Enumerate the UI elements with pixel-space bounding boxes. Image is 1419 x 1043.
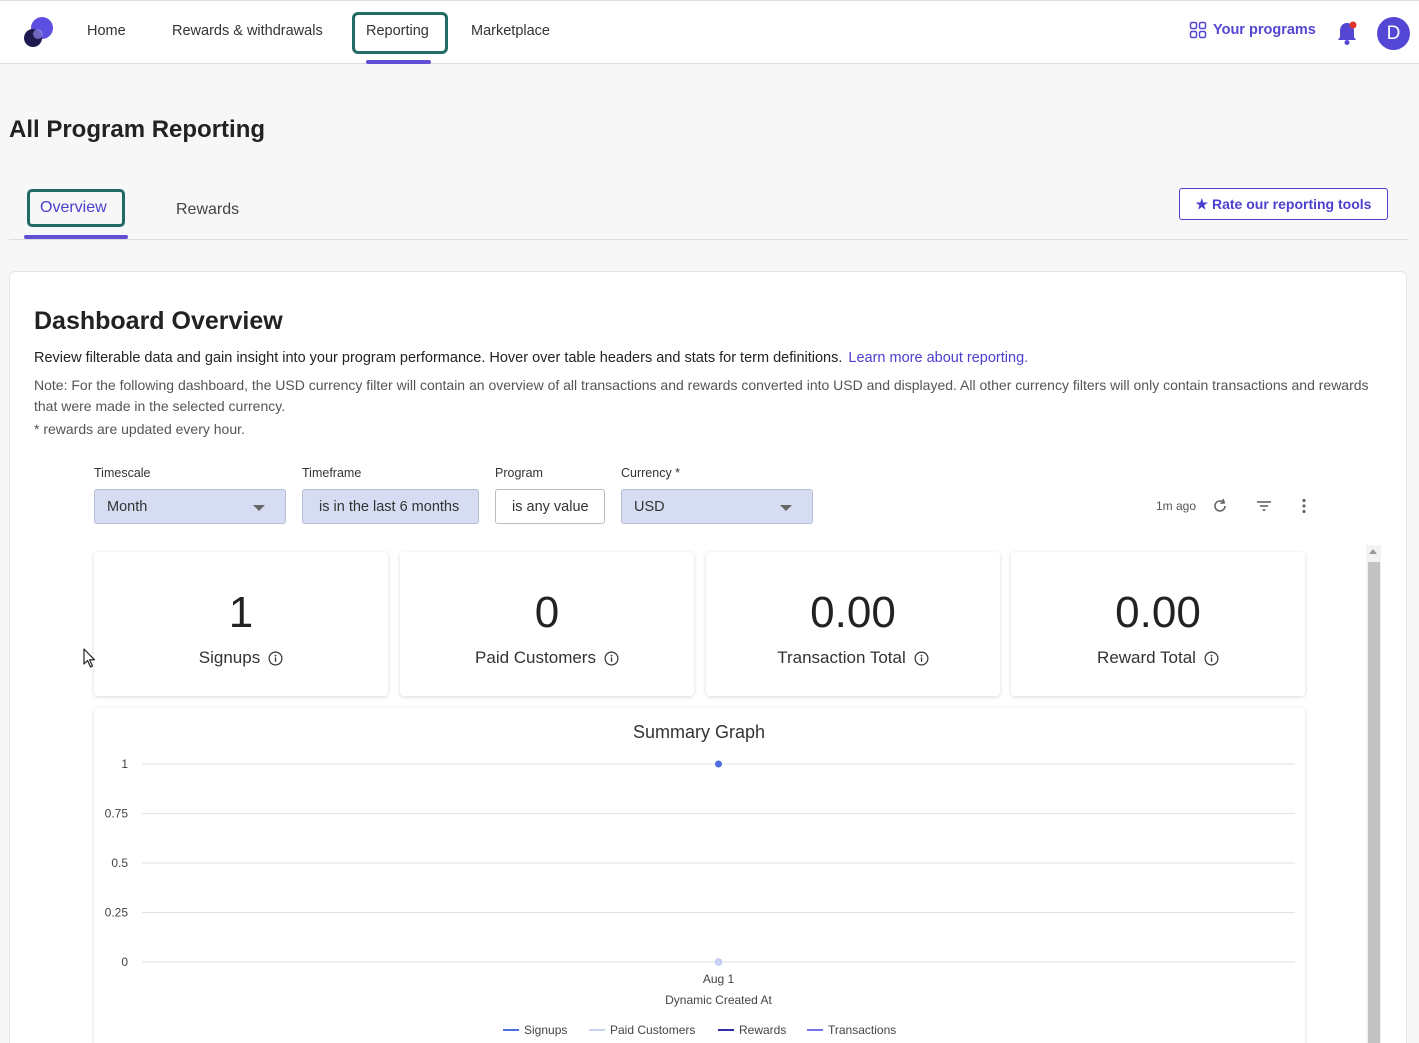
data-point-paid-customers bbox=[715, 958, 722, 966]
your-programs-label: Your programs bbox=[1213, 22, 1316, 38]
stat-label: Transaction Total bbox=[777, 648, 906, 667]
grid-icon bbox=[1189, 21, 1207, 39]
x-axis-label: Dynamic Created At bbox=[665, 993, 772, 1007]
timeframe-value: is in the last 6 months bbox=[319, 498, 460, 515]
dashboard-title: Dashboard Overview bbox=[34, 307, 283, 335]
rate-reporting-tools-button[interactable]: ★ Rate our reporting tools bbox=[1179, 188, 1388, 220]
data-point-signups bbox=[715, 760, 722, 768]
tab-rewards[interactable]: Rewards bbox=[176, 201, 239, 219]
summary-graph-card: Summary Graph 1 0.75 0.5 0.25 0 Aug 1 Dynamic C… bbox=[94, 708, 1305, 1043]
nav-reporting[interactable]: Reporting bbox=[366, 23, 429, 39]
program-label: Program bbox=[495, 466, 543, 480]
scroll-up-arrow[interactable] bbox=[1369, 549, 1377, 554]
app-logo[interactable] bbox=[23, 16, 53, 50]
stat-paid-customers: 0 Paid Customers bbox=[400, 552, 694, 696]
chevron-down-icon bbox=[253, 505, 265, 511]
stat-label-row: Signups bbox=[94, 648, 388, 668]
last-updated-text: 1m ago bbox=[1156, 499, 1197, 513]
y-tick-label: 0.75 bbox=[105, 807, 129, 821]
info-icon[interactable] bbox=[604, 651, 619, 666]
stat-label-row: Reward Total bbox=[1011, 648, 1305, 668]
nav-active-indicator bbox=[366, 60, 431, 64]
stat-transaction-total: 0.00 Transaction Total bbox=[706, 552, 1000, 696]
stat-value: 0.00 bbox=[810, 588, 896, 637]
stat-label: Signups bbox=[198, 648, 261, 667]
info-icon[interactable] bbox=[914, 651, 929, 666]
x-tick-label: Aug 1 bbox=[703, 972, 735, 986]
currency-select[interactable]: USD bbox=[621, 489, 813, 524]
learn-more-link[interactable]: Learn more about reporting. bbox=[848, 350, 1028, 366]
stat-value: 1 bbox=[228, 588, 254, 637]
nav-marketplace[interactable]: Marketplace bbox=[471, 23, 550, 39]
tabs-divider bbox=[9, 239, 1408, 240]
y-tick-label: 0.5 bbox=[111, 856, 128, 870]
info-icon[interactable] bbox=[1204, 651, 1219, 666]
filter-icon[interactable] bbox=[1255, 497, 1273, 515]
tab-overview[interactable]: Overview bbox=[40, 199, 107, 217]
mouse-cursor-icon bbox=[83, 648, 96, 668]
timeframe-filter[interactable]: is in the last 6 months bbox=[302, 489, 479, 524]
stat-label-row: Paid Customers bbox=[400, 648, 694, 668]
legend-item: Signups bbox=[524, 1023, 567, 1037]
currency-note: Note: For the following dashboard, the U… bbox=[34, 377, 1369, 414]
currency-value: USD bbox=[634, 498, 665, 515]
page-title: All Program Reporting bbox=[9, 116, 266, 143]
your-programs-button[interactable]: Your programs bbox=[1189, 21, 1316, 39]
notification-bell-icon[interactable] bbox=[1335, 20, 1359, 46]
timescale-select[interactable]: Month bbox=[94, 489, 286, 524]
more-options-icon[interactable] bbox=[1295, 497, 1313, 515]
scrollbar-thumb[interactable] bbox=[1368, 562, 1380, 1043]
y-tick-label: 0 bbox=[121, 955, 128, 969]
program-value: is any value bbox=[512, 498, 589, 515]
rewards-update-note: * rewards are updated every hour. bbox=[34, 421, 245, 437]
refresh-icon[interactable] bbox=[1211, 497, 1229, 515]
stat-value: 0.00 bbox=[1115, 588, 1201, 637]
nav-rewards-withdrawals[interactable]: Rewards & withdrawals bbox=[172, 23, 323, 39]
info-icon[interactable] bbox=[268, 651, 283, 666]
stat-value: 0 bbox=[534, 588, 560, 637]
timeframe-label: Timeframe bbox=[302, 466, 362, 480]
stat-signups: 1 Signups bbox=[94, 552, 388, 696]
top-nav: Home Rewards & withdrawals Reporting Mar… bbox=[0, 0, 1419, 64]
stat-label: Paid Customers bbox=[475, 648, 596, 667]
legend-item: Transactions bbox=[828, 1023, 896, 1037]
stat-label: Reward Total bbox=[1097, 648, 1196, 667]
timescale-value: Month bbox=[107, 498, 148, 515]
graph-title: Summary Graph bbox=[633, 722, 765, 742]
y-tick-label: 1 bbox=[121, 757, 128, 771]
user-avatar[interactable]: D bbox=[1377, 17, 1410, 50]
y-tick-label: 0.25 bbox=[105, 906, 129, 920]
stat-label-row: Transaction Total bbox=[706, 648, 1000, 668]
legend-item: Rewards bbox=[739, 1023, 786, 1037]
program-filter[interactable]: is any value bbox=[495, 489, 605, 524]
summary-graph: Summary Graph 1 0.75 0.5 0.25 0 Aug 1 Dynamic C… bbox=[105, 722, 1295, 1037]
timescale-label: Timescale bbox=[94, 466, 151, 480]
dashboard-description: Review filterable data and gain insight … bbox=[34, 350, 1028, 366]
nav-home[interactable]: Home bbox=[87, 23, 126, 39]
chevron-down-icon bbox=[780, 505, 792, 511]
description-text: Review filterable data and gain insight … bbox=[34, 350, 843, 366]
legend-item: Paid Customers bbox=[610, 1023, 695, 1037]
currency-label: Currency * bbox=[621, 466, 681, 480]
stat-reward-total: 0.00 Reward Total bbox=[1011, 552, 1305, 696]
